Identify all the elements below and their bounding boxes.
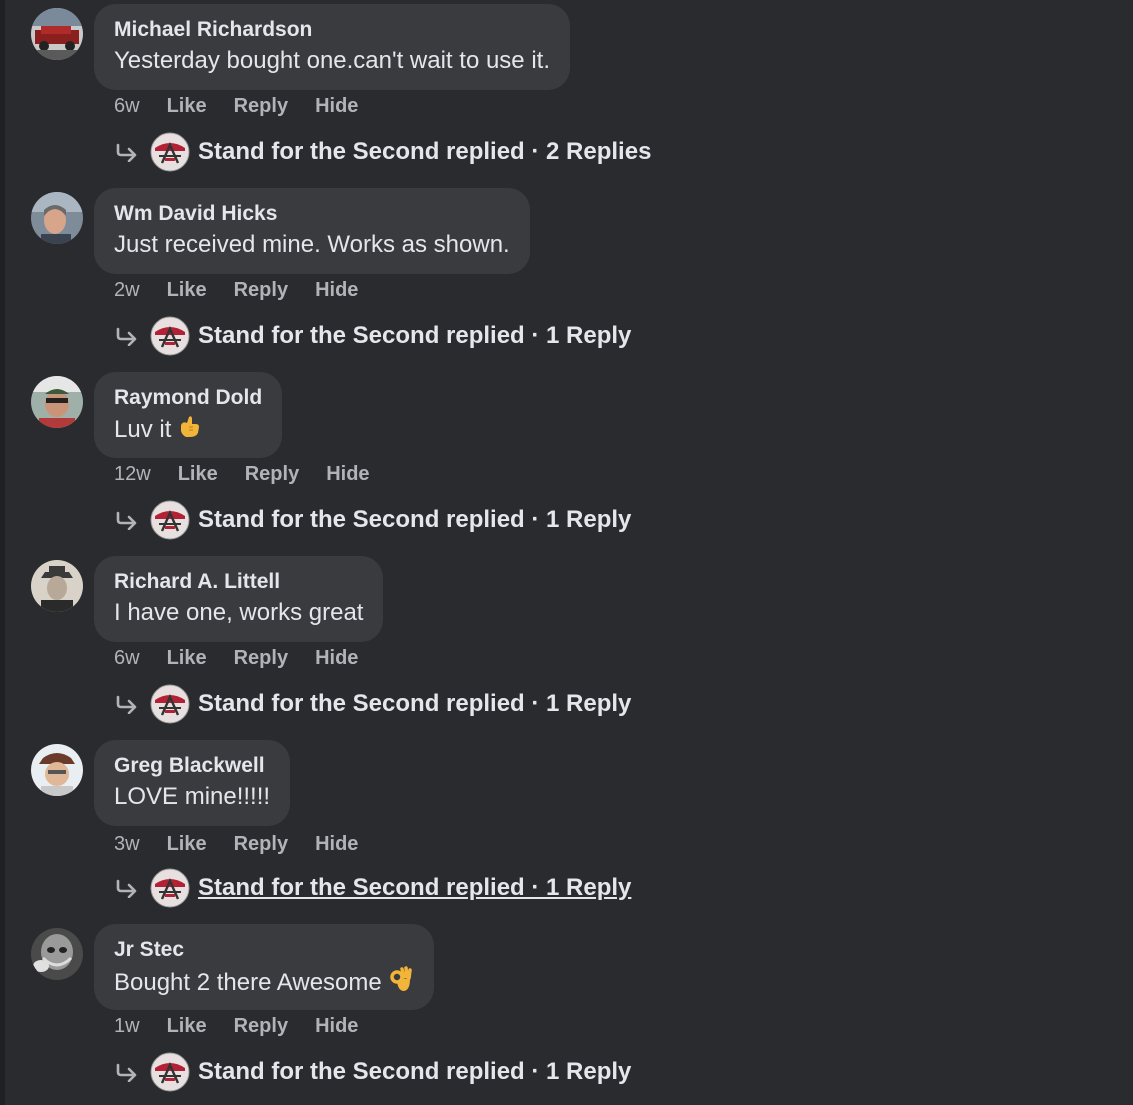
view-replies-link[interactable]: Stand for the Second replied · 1 Reply [114, 498, 631, 542]
like-button[interactable]: Like [167, 95, 207, 118]
view-replies-link[interactable]: Stand for the Second replied · 1 Reply [114, 1050, 631, 1094]
comment-actions: 2w Like Reply Hide [114, 274, 385, 306]
replied-text: Stand for the Second replied · 1 Reply [198, 506, 632, 533]
comment-actions: 3w Like Reply Hide [114, 828, 385, 860]
comment-bubble: Greg Blackwell LOVE mine!!!!! [94, 740, 291, 826]
replied-text: Stand for the Second replied · 1 Reply [198, 322, 632, 349]
comment-item: Jr Stec Bought 2 there Awesome 1w Like R… [0, 920, 1133, 1104]
comment-text: Bought 2 there Awesome [114, 965, 414, 1002]
comment-timestamp[interactable]: 12w [114, 463, 151, 486]
comment-text-content: Bought 2 there Awesome [114, 968, 382, 996]
replied-text: Stand for the Second replied · 1 Reply [198, 874, 632, 901]
comment-actions: 6w Like Reply Hide [114, 90, 385, 122]
hide-button[interactable]: Hide [315, 833, 358, 856]
replied-text: Stand for the Second replied · 1 Reply [198, 1058, 632, 1085]
comment-text-content: Luv it [114, 415, 172, 443]
comment-text: I have one, works great [114, 599, 364, 626]
like-button[interactable]: Like [167, 279, 207, 302]
hide-button[interactable]: Hide [315, 279, 358, 302]
comment-author[interactable]: Michael Richardson [114, 16, 550, 44]
reply-button[interactable]: Reply [234, 1015, 288, 1038]
page-avatar-logo [150, 1052, 190, 1092]
hide-button[interactable]: Hide [315, 647, 358, 670]
reply-arrow-icon [116, 879, 137, 898]
avatar[interactable] [31, 8, 83, 60]
reply-arrow-icon [116, 143, 137, 162]
comment-text: LOVE mine!!!!! [114, 783, 271, 810]
comment-timestamp[interactable]: 6w [114, 647, 140, 670]
comment-timestamp[interactable]: 3w [114, 833, 140, 856]
ok-hand-emoji-icon [388, 965, 414, 1002]
hide-button[interactable]: Hide [326, 463, 369, 486]
avatar[interactable] [31, 192, 83, 244]
comment-author[interactable]: Wm David Hicks [114, 200, 510, 228]
comment-actions: 1w Like Reply Hide [114, 1010, 385, 1042]
comments-panel: Michael Richardson Yesterday bought one.… [0, 0, 1133, 1105]
page-avatar-logo [150, 132, 190, 172]
comment-bubble: Jr Stec Bought 2 there Awesome [94, 924, 434, 1010]
page-avatar-logo [150, 868, 190, 908]
comment-actions: 12w Like Reply Hide [114, 458, 397, 490]
comment-item: Richard A. Littell I have one, works gre… [0, 552, 1133, 736]
view-replies-link[interactable]: Stand for the Second replied · 1 Reply [114, 682, 631, 726]
comment-item: Raymond Dold Luv it 12w Like Reply Hide [0, 368, 1133, 552]
reply-button[interactable]: Reply [245, 463, 299, 486]
comment-item: Michael Richardson Yesterday bought one.… [0, 0, 1133, 184]
comment-bubble: Michael Richardson Yesterday bought one.… [94, 4, 570, 90]
reply-arrow-icon [116, 327, 137, 346]
comment-author[interactable]: Raymond Dold [114, 384, 262, 412]
comment-bubble: Raymond Dold Luv it [94, 372, 283, 458]
like-button[interactable]: Like [167, 647, 207, 670]
reply-button[interactable]: Reply [234, 279, 288, 302]
avatar[interactable] [31, 928, 83, 980]
comment-text: Just received mine. Works as shown. [114, 231, 510, 258]
comment-timestamp[interactable]: 2w [114, 279, 140, 302]
comment-timestamp[interactable]: 1w [114, 1015, 140, 1038]
comment-text: Luv it [114, 413, 262, 448]
page-avatar-logo [150, 316, 190, 356]
reply-arrow-icon [116, 511, 137, 530]
avatar[interactable] [31, 560, 83, 612]
page-avatar-logo [150, 684, 190, 724]
replied-text: Stand for the Second replied · 1 Reply [198, 690, 632, 717]
like-button[interactable]: Like [167, 1015, 207, 1038]
comment-author[interactable]: Jr Stec [114, 936, 414, 964]
comment-author[interactable]: Richard A. Littell [114, 568, 363, 596]
comment-text: Yesterday bought one.can't wait to use i… [114, 47, 550, 74]
comment-actions: 6w Like Reply Hide [114, 642, 385, 674]
hide-button[interactable]: Hide [315, 95, 358, 118]
hide-button[interactable]: Hide [315, 1015, 358, 1038]
view-replies-link[interactable]: Stand for the Second replied · 2 Replies [114, 130, 651, 174]
comment-timestamp[interactable]: 6w [114, 95, 140, 118]
avatar[interactable] [31, 376, 83, 428]
replied-text: Stand for the Second replied · 2 Replies [198, 138, 652, 165]
view-replies-link[interactable]: Stand for the Second replied · 1 Reply [114, 866, 631, 910]
comment-bubble: Wm David Hicks Just received mine. Works… [94, 188, 530, 274]
comment-item: Greg Blackwell LOVE mine!!!!! 3w Like Re… [0, 736, 1133, 920]
comment-item: Wm David Hicks Just received mine. Works… [0, 184, 1133, 368]
reply-arrow-icon [116, 1063, 137, 1082]
avatar[interactable] [31, 744, 83, 796]
comment-author[interactable]: Greg Blackwell [114, 752, 270, 780]
reply-button[interactable]: Reply [234, 833, 288, 856]
like-button[interactable]: Like [178, 463, 218, 486]
comment-bubble: Richard A. Littell I have one, works gre… [94, 556, 384, 642]
like-button[interactable]: Like [167, 833, 207, 856]
call-me-hand-emoji-icon [177, 413, 203, 448]
page-avatar-logo [150, 500, 190, 540]
view-replies-link[interactable]: Stand for the Second replied · 1 Reply [114, 314, 631, 358]
reply-button[interactable]: Reply [234, 647, 288, 670]
reply-arrow-icon [116, 695, 137, 714]
reply-button[interactable]: Reply [234, 95, 288, 118]
